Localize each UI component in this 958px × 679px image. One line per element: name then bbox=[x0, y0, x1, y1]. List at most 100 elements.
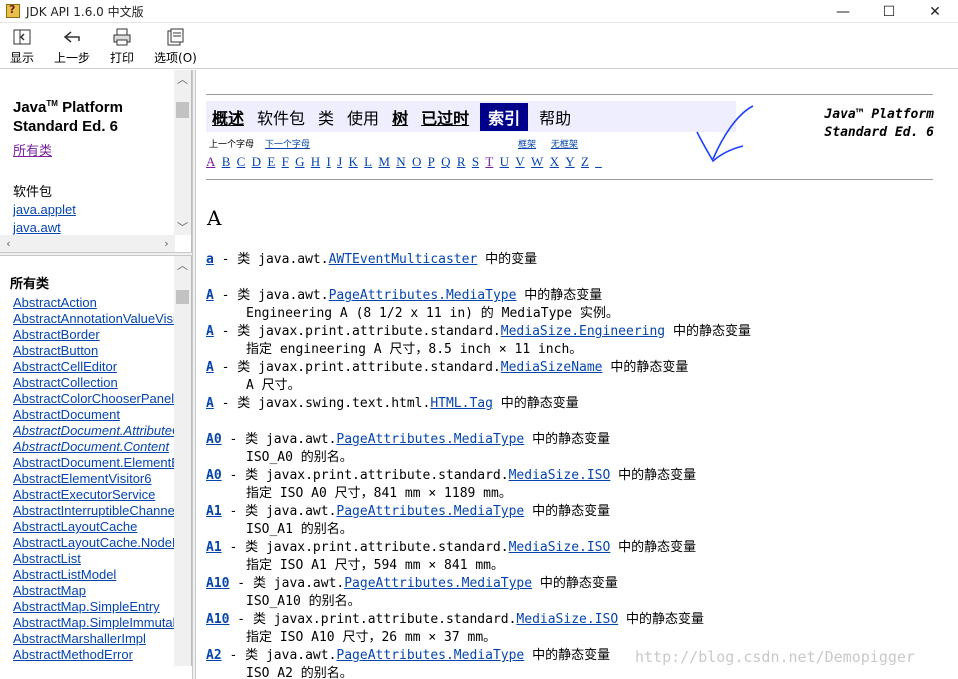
class-link[interactable]: AbstractCellEditor bbox=[13, 359, 175, 375]
entry-name-link[interactable]: A10 bbox=[206, 576, 229, 591]
class-link[interactable]: AbstractDocument.AttributeContext bbox=[13, 423, 175, 439]
nav-item[interactable]: 使用 bbox=[345, 104, 381, 130]
class-link[interactable]: AbstractDocument bbox=[13, 407, 175, 423]
letter-link[interactable]: J bbox=[337, 154, 342, 169]
letter-link[interactable]: D bbox=[252, 154, 261, 169]
class-link[interactable]: AbstractDocument.Content bbox=[13, 439, 175, 455]
all-classes-link[interactable]: 所有类 bbox=[13, 140, 52, 159]
nav-item[interactable]: 已过时 bbox=[419, 104, 471, 130]
letter-link[interactable]: S bbox=[472, 154, 479, 169]
next-letter-link[interactable]: 下一个字母 bbox=[265, 140, 310, 150]
letter-link[interactable]: F bbox=[282, 154, 289, 169]
no-frames-link[interactable]: 无框架 bbox=[551, 140, 578, 150]
entry-class-link[interactable]: PageAttributes.MediaType bbox=[336, 504, 524, 519]
nav-item[interactable]: 类 bbox=[316, 104, 336, 130]
class-link[interactable]: AbstractMap.SimpleEntry bbox=[13, 599, 175, 615]
entry-name-link[interactable]: A bbox=[206, 288, 214, 303]
letter-link[interactable]: X bbox=[550, 154, 559, 169]
letter-link[interactable]: B bbox=[222, 154, 231, 169]
nav-item[interactable]: 帮助 bbox=[537, 104, 573, 130]
class-link[interactable]: AbstractLayoutCache.NodeDimensions bbox=[13, 535, 175, 551]
class-link[interactable]: AbstractColorChooserPanel bbox=[13, 391, 175, 407]
package-link-java-applet[interactable]: java.applet bbox=[13, 201, 76, 219]
letter-link[interactable]: O bbox=[412, 154, 421, 169]
frames-link[interactable]: 框架 bbox=[518, 140, 536, 150]
letter-link[interactable]: P bbox=[428, 154, 435, 169]
entry-name-link[interactable]: A bbox=[206, 360, 214, 375]
entry-name-link[interactable]: A1 bbox=[206, 540, 222, 555]
entry-class-link[interactable]: PageAttributes.MediaType bbox=[329, 288, 517, 303]
close-button[interactable]: ✕ bbox=[912, 0, 958, 23]
entry-class-link[interactable]: MediaSizeName bbox=[501, 360, 603, 375]
class-link[interactable]: AbstractList bbox=[13, 551, 175, 567]
letter-link[interactable]: W bbox=[531, 154, 543, 169]
scroll-up-arrow-icon[interactable]: ︿ bbox=[174, 70, 191, 87]
class-link[interactable]: AbstractMarshallerImpl bbox=[13, 631, 175, 647]
print-button[interactable]: 打印 bbox=[100, 23, 144, 69]
scroll-thumb[interactable] bbox=[176, 290, 189, 304]
class-link[interactable]: AbstractElementVisitor6 bbox=[13, 471, 175, 487]
class-link[interactable]: AbstractAnnotationValueVisitor6 bbox=[13, 311, 175, 327]
letter-link[interactable]: H bbox=[311, 154, 320, 169]
entry-name-link[interactable]: A0 bbox=[206, 432, 222, 447]
class-link[interactable]: AbstractInterruptibleChannel bbox=[13, 503, 175, 519]
entry-name-link[interactable]: A1 bbox=[206, 504, 222, 519]
scroll-left-arrow-icon[interactable]: ‹ bbox=[0, 235, 17, 252]
entry-name-link[interactable]: a bbox=[206, 252, 214, 267]
letter-link[interactable]: Q bbox=[441, 154, 450, 169]
show-button[interactable]: 显示 bbox=[0, 23, 44, 69]
entry-class-link[interactable]: PageAttributes.MediaType bbox=[336, 432, 524, 447]
entry-name-link[interactable]: A bbox=[206, 324, 214, 339]
letter-link[interactable]: Z bbox=[581, 154, 589, 169]
scroll-thumb[interactable] bbox=[176, 102, 189, 118]
letter-link[interactable]: G bbox=[295, 154, 304, 169]
letter-link[interactable]: L bbox=[364, 154, 372, 169]
entry-class-link[interactable]: PageAttributes.MediaType bbox=[344, 576, 532, 591]
letter-link[interactable]: U bbox=[500, 154, 509, 169]
entry-class-link[interactable]: PageAttributes.MediaType bbox=[336, 648, 524, 663]
letter-link[interactable]: C bbox=[237, 154, 246, 169]
class-link[interactable]: AbstractBorder bbox=[13, 327, 175, 343]
options-button[interactable]: 选项(O) bbox=[144, 23, 207, 69]
class-link[interactable]: AbstractAction bbox=[13, 295, 175, 311]
entry-class-link[interactable]: MediaSize.ISO bbox=[509, 468, 611, 483]
letter-link[interactable]: E bbox=[267, 154, 275, 169]
main-splitter[interactable] bbox=[192, 70, 196, 679]
scroll-up-arrow-icon[interactable]: ︿ bbox=[174, 256, 191, 273]
class-link[interactable]: AbstractMap bbox=[13, 583, 175, 599]
scroll-down-arrow-icon[interactable]: ﹀ bbox=[174, 218, 191, 235]
package-horizontal-scrollbar[interactable]: ‹ › bbox=[0, 235, 175, 252]
nav-item[interactable]: 树 bbox=[390, 104, 410, 130]
class-link[interactable]: AbstractDocument.ElementEdit bbox=[13, 455, 175, 471]
minimize-button[interactable]: — bbox=[820, 0, 866, 23]
entry-name-link[interactable]: A10 bbox=[206, 612, 229, 627]
maximize-button[interactable]: ☐ bbox=[866, 0, 912, 23]
entry-name-link[interactable]: A0 bbox=[206, 468, 222, 483]
letter-link[interactable]: V bbox=[515, 154, 524, 169]
nav-item[interactable]: 软件包 bbox=[255, 104, 307, 130]
entry-class-link[interactable]: MediaSize.ISO bbox=[509, 540, 611, 555]
letter-link[interactable]: T bbox=[485, 154, 493, 169]
package-vertical-scrollbar[interactable]: ︿ ﹀ bbox=[174, 70, 191, 235]
class-link[interactable]: AbstractCollection bbox=[13, 375, 175, 391]
letter-link[interactable]: A bbox=[206, 154, 215, 169]
class-vertical-scrollbar[interactable]: ︿ bbox=[174, 256, 191, 666]
letter-link[interactable]: Y bbox=[565, 154, 574, 169]
entry-class-link[interactable]: AWTEventMulticaster bbox=[329, 252, 478, 267]
class-link[interactable]: AbstractButton bbox=[13, 343, 175, 359]
letter-link[interactable]: K bbox=[348, 154, 357, 169]
entry-name-link[interactable]: A2 bbox=[206, 648, 222, 663]
letter-link[interactable]: _ bbox=[595, 154, 602, 169]
scroll-right-arrow-icon[interactable]: › bbox=[158, 235, 175, 252]
letter-link[interactable]: M bbox=[378, 154, 390, 169]
entry-class-link[interactable]: MediaSize.ISO bbox=[516, 612, 618, 627]
class-link[interactable]: AbstractMethodError bbox=[13, 647, 175, 663]
entry-class-link[interactable]: MediaSize.Engineering bbox=[501, 324, 665, 339]
entry-class-link[interactable]: HTML.Tag bbox=[430, 396, 493, 411]
letter-link[interactable]: R bbox=[457, 154, 466, 169]
class-link[interactable]: AbstractLayoutCache bbox=[13, 519, 175, 535]
entry-name-link[interactable]: A bbox=[206, 396, 214, 411]
class-link[interactable]: AbstractMap.SimpleImmutableEntry bbox=[13, 615, 175, 631]
nav-item[interactable]: 概述 bbox=[210, 104, 246, 130]
back-button[interactable]: 上一步 bbox=[44, 23, 100, 69]
